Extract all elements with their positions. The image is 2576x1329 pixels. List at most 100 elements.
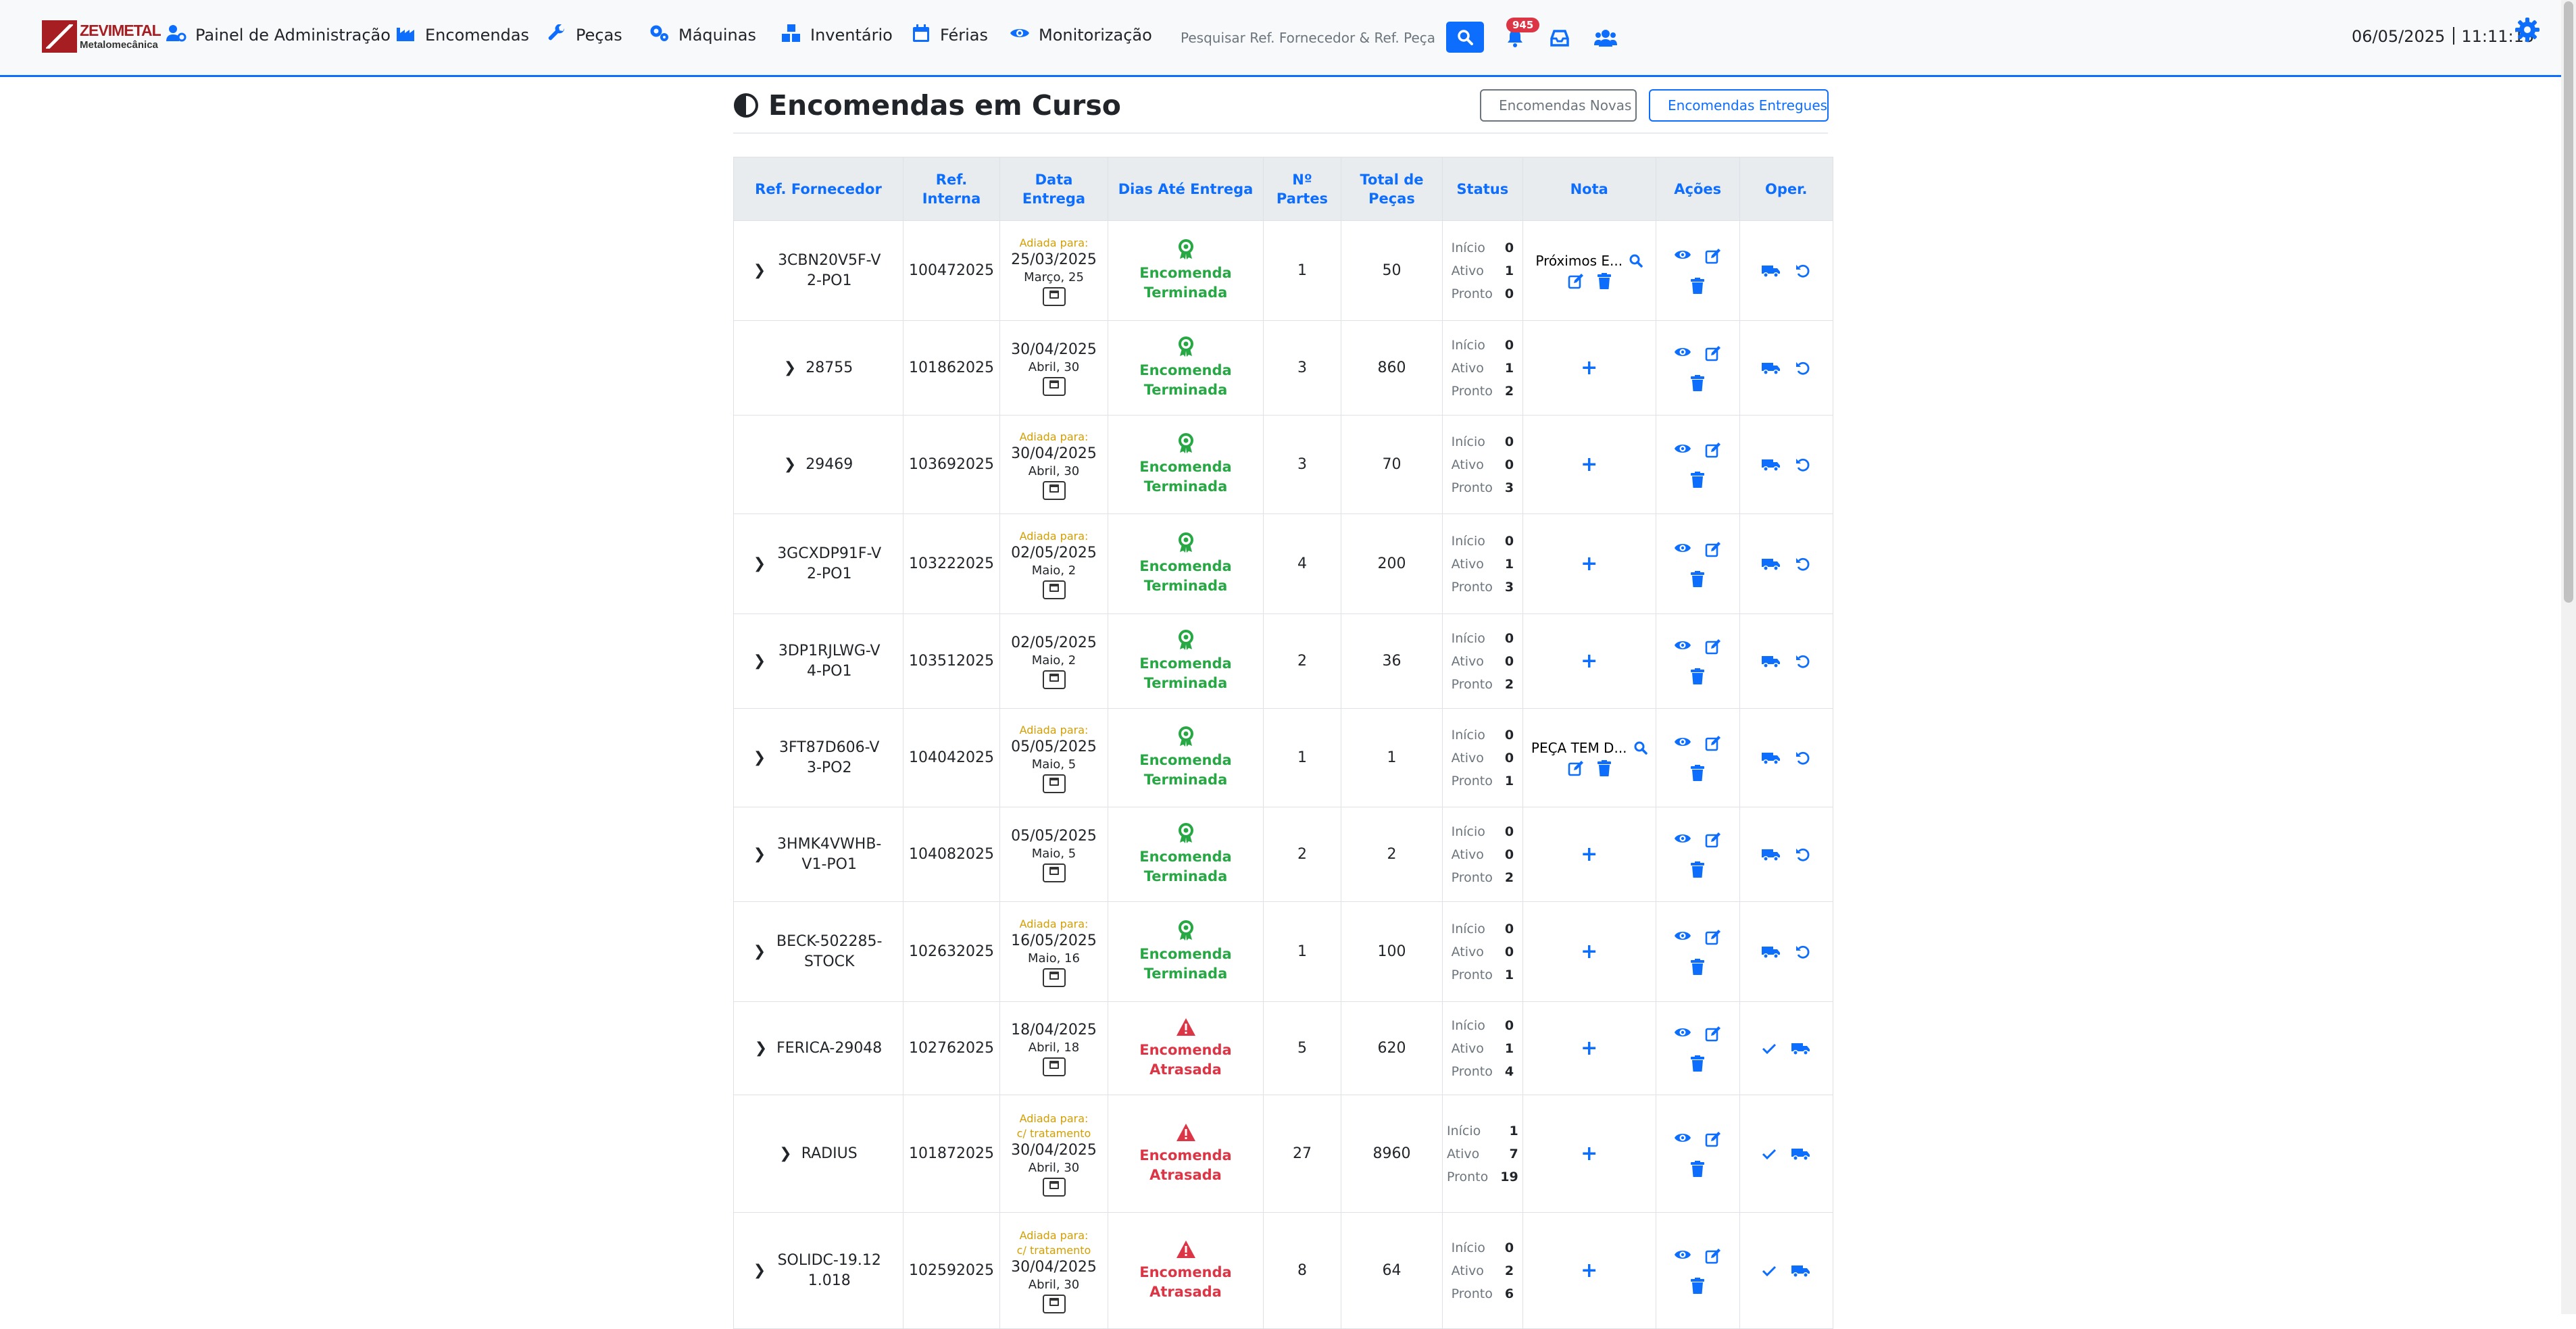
complete-button[interactable] [1762, 1265, 1777, 1277]
add-note-button[interactable]: + [1581, 356, 1597, 380]
view-button[interactable] [1674, 929, 1691, 945]
delete-button[interactable] [1691, 1277, 1705, 1294]
col-ref-interna[interactable]: Ref. Interna [903, 157, 1000, 221]
edit-button[interactable] [1705, 345, 1721, 361]
delete-button[interactable] [1691, 764, 1705, 781]
edit-button[interactable] [1705, 1248, 1721, 1264]
ship-button[interactable] [1762, 655, 1781, 668]
expand-chevron-icon[interactable]: ❯ [753, 942, 766, 962]
delete-button[interactable] [1691, 958, 1705, 975]
delete-button[interactable] [1691, 861, 1705, 878]
view-button[interactable] [1674, 248, 1691, 264]
calendar-button[interactable] [1042, 376, 1066, 396]
col-n-partes[interactable]: Nº Partes [1263, 157, 1341, 221]
encomendas-entregues-button[interactable]: Encomendas Entregues [1649, 89, 1829, 122]
delete-button[interactable] [1691, 570, 1705, 587]
edit-button[interactable] [1705, 929, 1721, 945]
view-button[interactable] [1674, 638, 1691, 655]
nav-ferias[interactable]: Férias [910, 22, 988, 49]
calendar-button[interactable] [1042, 286, 1066, 306]
revert-button[interactable] [1795, 557, 1810, 572]
revert-button[interactable] [1795, 264, 1810, 278]
col-status[interactable]: Status [1442, 157, 1523, 221]
nav-encomendas[interactable]: Encomendas [395, 22, 529, 49]
ship-button[interactable] [1762, 361, 1781, 375]
expand-chevron-icon[interactable]: ❯ [753, 554, 766, 574]
delete-button[interactable] [1691, 1055, 1705, 1072]
view-button[interactable] [1674, 541, 1691, 557]
edit-button[interactable] [1705, 541, 1721, 557]
ship-button[interactable] [1791, 1147, 1810, 1161]
complete-button[interactable] [1762, 1148, 1777, 1160]
revert-button[interactable] [1795, 945, 1810, 959]
ship-button[interactable] [1762, 557, 1781, 571]
delete-button[interactable] [1691, 1160, 1705, 1177]
inbox-button[interactable] [1546, 24, 1573, 51]
calendar-button[interactable] [1042, 1057, 1066, 1076]
brand-logo[interactable]: ZEVIMETAL Metalomecânica [42, 19, 162, 55]
calendar-button[interactable] [1042, 1294, 1066, 1313]
edit-button[interactable] [1705, 248, 1721, 264]
page-scrollbar[interactable] [2561, 0, 2576, 1314]
search-input[interactable] [1179, 23, 1442, 53]
calendar-button[interactable] [1042, 863, 1066, 882]
col-total-pecas[interactable]: Total de Peças [1341, 157, 1443, 221]
edit-button[interactable] [1705, 638, 1721, 655]
delete-button[interactable] [1691, 277, 1705, 294]
add-note-button[interactable]: + [1581, 552, 1597, 576]
search-button[interactable] [1446, 22, 1484, 53]
delete-note-button[interactable] [1597, 759, 1611, 776]
edit-button[interactable] [1705, 1131, 1721, 1147]
ship-button[interactable] [1762, 458, 1781, 472]
add-note-button[interactable]: + [1581, 1142, 1597, 1165]
view-button[interactable] [1674, 1248, 1691, 1264]
ship-button[interactable] [1762, 945, 1781, 959]
view-button[interactable] [1674, 832, 1691, 848]
expand-chevron-icon[interactable]: ❯ [753, 651, 766, 672]
add-note-button[interactable]: + [1581, 843, 1597, 866]
edit-note-button[interactable] [1568, 273, 1584, 289]
settings-button[interactable] [2515, 18, 2542, 45]
edit-button[interactable] [1705, 735, 1721, 751]
nav-inventario[interactable]: Inventário [781, 22, 893, 49]
nav-painel-admin[interactable]: Painel de Administração [166, 22, 391, 49]
ship-button[interactable] [1762, 751, 1781, 765]
delete-button[interactable] [1691, 374, 1705, 391]
nav-maquinas[interactable]: Máquinas [649, 22, 756, 49]
nav-pecas[interactable]: Peças [546, 22, 622, 49]
ship-button[interactable] [1762, 848, 1781, 861]
scrollbar-thumb[interactable] [2564, 1, 2573, 603]
delete-button[interactable] [1691, 668, 1705, 684]
edit-note-button[interactable] [1568, 760, 1584, 776]
calendar-button[interactable] [1042, 670, 1066, 689]
add-note-button[interactable]: + [1581, 453, 1597, 476]
col-data-entrega[interactable]: Data Entrega [999, 157, 1108, 221]
view-button[interactable] [1674, 1131, 1691, 1147]
ship-button[interactable] [1791, 1264, 1810, 1278]
calendar-button[interactable] [1042, 580, 1066, 599]
calendar-button[interactable] [1042, 480, 1066, 500]
delete-button[interactable] [1691, 471, 1705, 488]
expand-chevron-icon[interactable]: ❯ [753, 845, 766, 865]
view-note-button[interactable] [1634, 741, 1648, 755]
edit-button[interactable] [1705, 442, 1721, 458]
expand-chevron-icon[interactable]: ❯ [784, 455, 796, 475]
revert-button[interactable] [1795, 654, 1810, 669]
revert-button[interactable] [1795, 847, 1810, 862]
nav-monitorizacao[interactable]: Monitorização [1009, 22, 1152, 49]
add-note-button[interactable]: + [1581, 1036, 1597, 1060]
delete-note-button[interactable] [1597, 272, 1611, 289]
expand-chevron-icon[interactable]: ❯ [779, 1144, 791, 1164]
col-acoes[interactable]: Ações [1655, 157, 1740, 221]
revert-button[interactable] [1795, 361, 1810, 376]
complete-button[interactable] [1762, 1043, 1777, 1055]
revert-button[interactable] [1795, 751, 1810, 766]
view-button[interactable] [1674, 442, 1691, 458]
col-nota[interactable]: Nota [1522, 157, 1656, 221]
view-button[interactable] [1674, 735, 1691, 751]
expand-chevron-icon[interactable]: ❯ [753, 748, 766, 768]
col-ref-fornecedor[interactable]: Ref. Fornecedor [733, 157, 903, 221]
view-button[interactable] [1674, 1026, 1691, 1042]
users-button[interactable] [1592, 24, 1619, 51]
expand-chevron-icon[interactable]: ❯ [753, 1261, 766, 1281]
